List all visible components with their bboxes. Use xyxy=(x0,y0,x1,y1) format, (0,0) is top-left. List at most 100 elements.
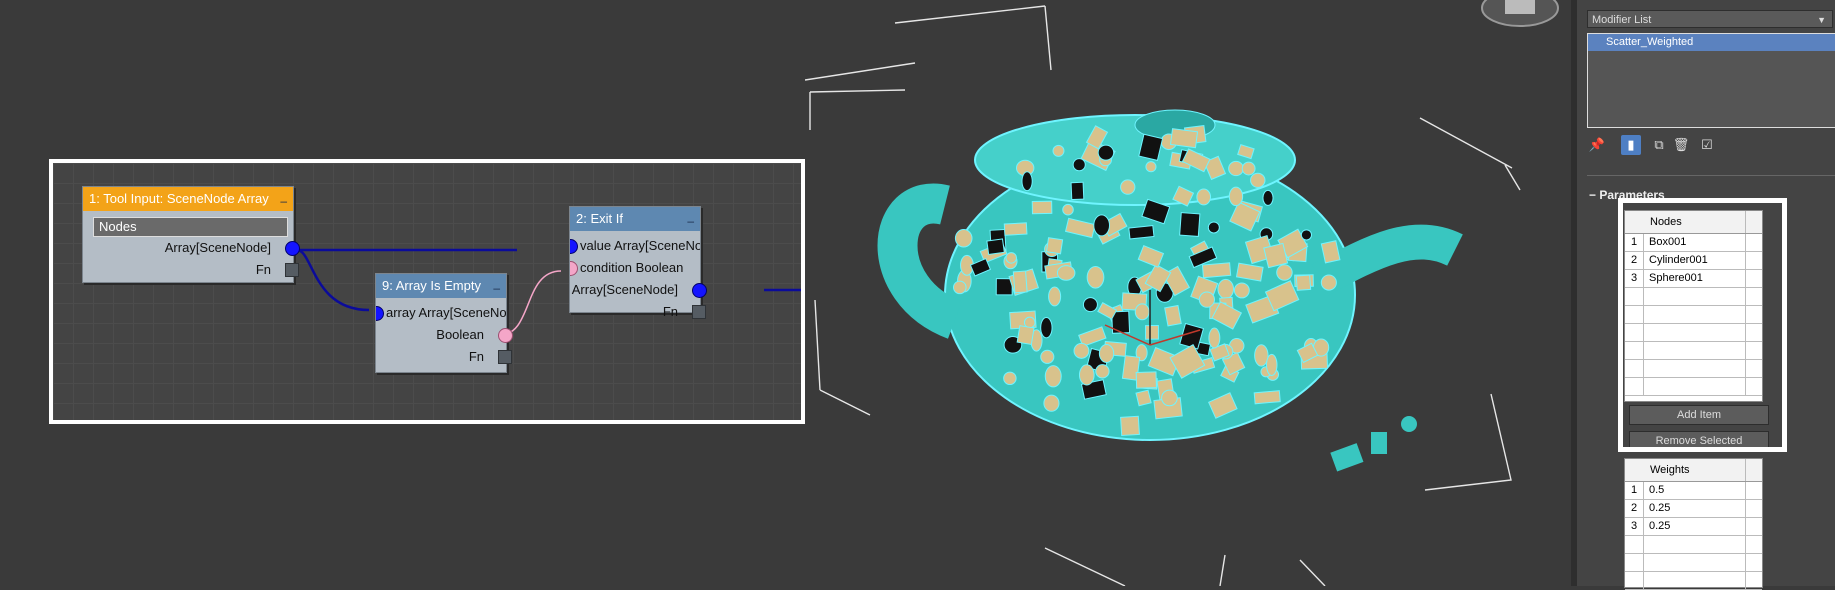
scattered-object xyxy=(1250,172,1266,188)
node-header: 9: Array Is Empty – xyxy=(376,274,506,298)
scattered-object xyxy=(1043,394,1060,412)
scattered-object xyxy=(1201,262,1232,279)
modifier-stack[interactable]: Scatter_Weighted xyxy=(1587,33,1835,128)
scattered-object xyxy=(1253,390,1281,405)
input-port[interactable] xyxy=(570,239,578,254)
unique-icon[interactable]: ⧉ xyxy=(1649,135,1669,155)
scattered-object xyxy=(1145,161,1157,173)
scattered-object xyxy=(1241,161,1256,176)
minimize-icon[interactable]: – xyxy=(687,209,694,233)
scattered-object xyxy=(1228,186,1244,207)
table-row[interactable] xyxy=(1625,536,1762,554)
minimize-icon[interactable]: – xyxy=(493,276,500,300)
dropdown-arrow-icon: ▼ xyxy=(1817,15,1826,25)
scattered-object xyxy=(1003,371,1017,386)
fn-port-row: Fn xyxy=(83,259,299,281)
scattered-object xyxy=(1120,415,1140,437)
fn-port[interactable] xyxy=(692,305,706,319)
scattered-object xyxy=(1052,144,1065,157)
app-window: 1: Tool Input: SceneNode Array – Nodes A… xyxy=(0,0,1835,590)
scattered-object xyxy=(1320,274,1337,291)
scattered-object xyxy=(1262,189,1274,206)
node-editor-canvas[interactable]: 1: Tool Input: SceneNode Array – Nodes A… xyxy=(49,159,805,424)
scattered-object xyxy=(1048,286,1062,307)
condition-port[interactable] xyxy=(570,261,578,276)
table-row[interactable]: 2 0.25 xyxy=(1625,500,1762,518)
modifier-stack-item[interactable]: Scatter_Weighted xyxy=(1588,34,1835,51)
scattered-object xyxy=(954,229,973,248)
scattered-object xyxy=(1095,364,1110,379)
weights-table[interactable]: Weights 1 0.5 2 0.25 3 0.25 xyxy=(1624,458,1763,590)
scattered-object xyxy=(1016,325,1035,346)
node-title: 9: Array Is Empty xyxy=(382,278,481,293)
scattered-object xyxy=(1045,237,1064,255)
output-port-row: Array[SceneNode] xyxy=(83,237,300,259)
table-row[interactable]: 1 0.5 xyxy=(1625,482,1762,500)
port-label: Fn xyxy=(255,262,271,277)
viewcube-icon[interactable] xyxy=(1481,0,1559,27)
scattered-object xyxy=(1098,344,1115,363)
scattered-object xyxy=(995,278,1013,296)
fn-port[interactable] xyxy=(498,350,512,364)
scattered-object xyxy=(1145,325,1159,340)
input-port[interactable] xyxy=(376,306,384,321)
scattered-object xyxy=(1128,224,1155,240)
scattered-object xyxy=(1198,291,1216,308)
viewport[interactable] xyxy=(805,0,1565,586)
scattered-object xyxy=(1097,144,1115,161)
port-label: Fn xyxy=(468,349,484,364)
configure-icon[interactable]: ☑ xyxy=(1697,135,1717,155)
scattered-object xyxy=(1044,365,1062,388)
scattered-object xyxy=(986,238,1005,255)
port-label: Fn xyxy=(662,304,678,319)
output-port[interactable] xyxy=(285,241,300,256)
scattered-object xyxy=(1056,265,1076,281)
scattered-object xyxy=(1196,188,1212,206)
scattered-object xyxy=(1228,160,1244,177)
node-header: 1: Tool Input: SceneNode Array – xyxy=(83,187,293,211)
input-port-row: value Array[SceneNo... xyxy=(570,235,700,257)
table-row[interactable] xyxy=(1625,554,1762,572)
output-port[interactable] xyxy=(498,328,513,343)
table-row[interactable] xyxy=(1625,572,1762,590)
source-objects xyxy=(1330,416,1417,472)
show-end-icon[interactable]: ▮ xyxy=(1621,135,1641,155)
node-tool-input[interactable]: 1: Tool Input: SceneNode Array – Nodes A… xyxy=(82,186,300,283)
scattered-object xyxy=(1040,349,1055,364)
scattered-object xyxy=(1062,203,1074,216)
scattered-object xyxy=(1086,265,1105,289)
scattered-object xyxy=(1031,200,1053,215)
scattered-object xyxy=(952,280,967,295)
scattered-object xyxy=(1208,327,1221,349)
fn-port[interactable] xyxy=(285,263,299,277)
modifier-list-dropdown[interactable]: Modifier List ▼ xyxy=(1587,10,1833,28)
output-port-row: Boolean xyxy=(376,324,513,346)
table-row[interactable]: 3 0.25 xyxy=(1625,518,1762,536)
scattered-object xyxy=(1082,297,1098,313)
pin-icon[interactable]: 📌 xyxy=(1587,135,1607,155)
port-label: array Array[SceneNo... xyxy=(386,305,506,320)
scattered-object xyxy=(1217,278,1235,300)
port-label: Array[SceneNode] xyxy=(164,240,271,255)
node-title: 1: Tool Input: SceneNode Array xyxy=(89,191,269,206)
node-exit-if[interactable]: 2: Exit If – value Array[SceneNo... cond… xyxy=(569,206,707,319)
node-header: 2: Exit If – xyxy=(570,207,700,231)
port-label: Boolean xyxy=(436,327,484,342)
output-port[interactable] xyxy=(692,283,707,298)
table-header: Weights xyxy=(1625,459,1762,482)
scattered-object xyxy=(1005,252,1018,264)
scattered-object xyxy=(1021,171,1033,192)
scattered-object xyxy=(1135,389,1152,407)
nodes-highlight-frame xyxy=(1618,198,1787,452)
node-array-is-empty[interactable]: 9: Array Is Empty – array Array[SceneNo.… xyxy=(375,273,513,373)
parameters-rollout[interactable]: − Parameters xyxy=(1587,175,1835,202)
nodes-field[interactable]: Nodes xyxy=(93,217,288,237)
scattered-object xyxy=(1276,264,1293,281)
scattered-object xyxy=(1093,214,1111,237)
scattered-object xyxy=(1179,212,1201,237)
scattered-object xyxy=(1295,274,1312,291)
minimize-icon[interactable]: – xyxy=(280,189,287,213)
scattered-object xyxy=(1134,303,1150,321)
scattered-object xyxy=(1040,317,1053,339)
delete-icon[interactable]: 🗑 xyxy=(1671,135,1691,155)
